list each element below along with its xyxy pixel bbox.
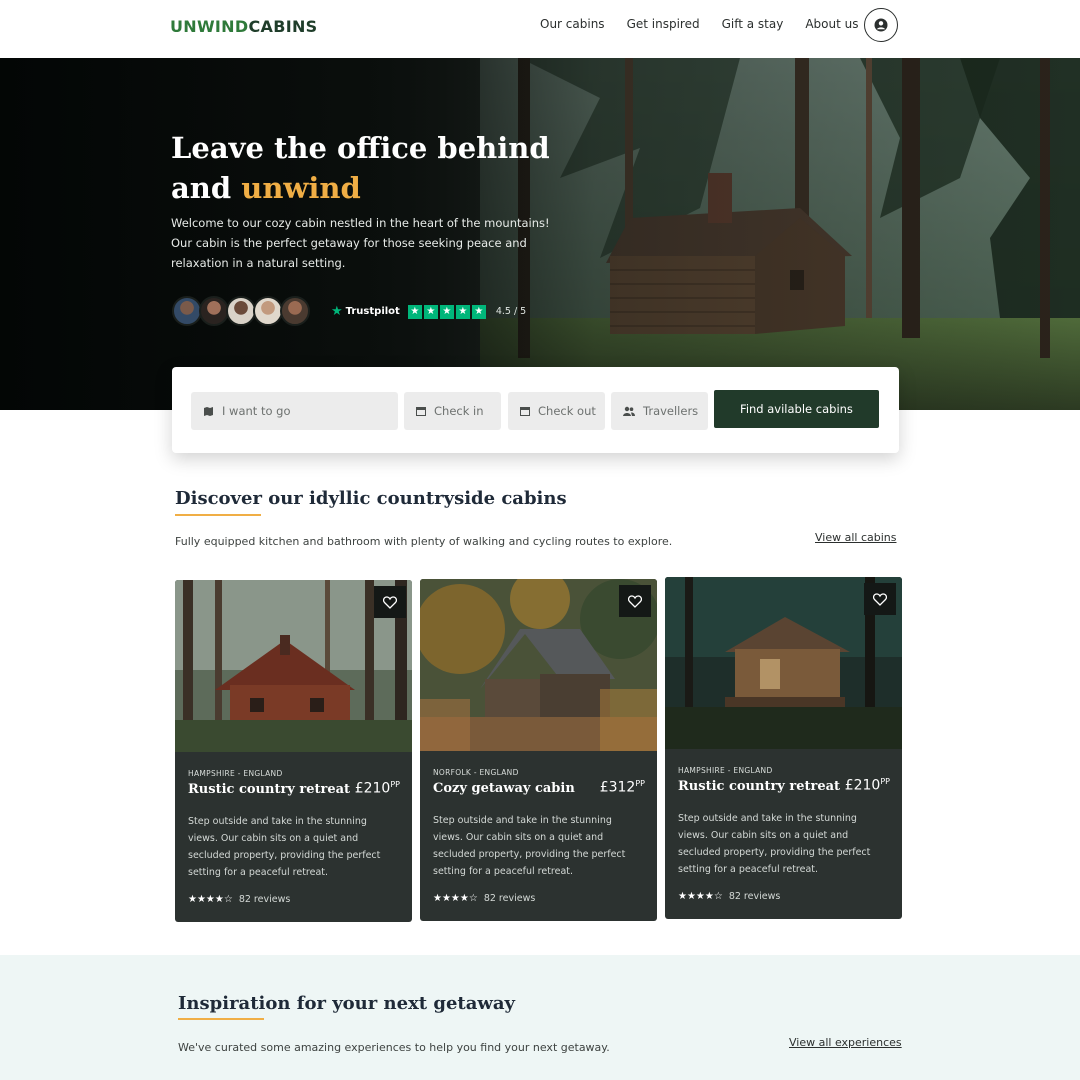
guest-avatars bbox=[172, 296, 310, 326]
card-price: £210PP bbox=[355, 780, 400, 797]
hero-title-line1: Leave the office behind bbox=[171, 131, 550, 165]
hero-title-accent: unwind bbox=[241, 171, 361, 205]
card-price-value: £312 bbox=[599, 779, 636, 796]
nav-about-us[interactable]: About us bbox=[805, 17, 858, 31]
inspiration-section: Inspiration for your next getaway We've … bbox=[0, 955, 1080, 1080]
calendar-icon bbox=[520, 407, 530, 416]
check-in-label: Check in bbox=[434, 404, 484, 418]
hero-title-prefix: and bbox=[171, 171, 242, 205]
heart-icon bbox=[383, 595, 397, 609]
trustpilot-stars: ★ ★ ★ ★ ★ bbox=[407, 304, 486, 319]
calendar-icon bbox=[416, 407, 426, 416]
card-location: NORFOLK - ENGLAND bbox=[433, 768, 519, 777]
avatar bbox=[226, 296, 256, 326]
cabin-card[interactable]: HAMPSHIRE - ENGLAND Rustic country retre… bbox=[665, 577, 902, 919]
favorite-button[interactable] bbox=[619, 585, 651, 617]
card-price-unit: PP bbox=[635, 779, 645, 788]
star-icon: ★ bbox=[455, 304, 470, 319]
star-icon: ★ bbox=[423, 304, 438, 319]
inspiration-title: Inspiration for your next getaway bbox=[178, 993, 516, 1014]
hero-description: Welcome to our cozy cabin nestled in the… bbox=[171, 216, 550, 270]
card-title: Rustic country retreat bbox=[678, 779, 841, 794]
favorite-button[interactable] bbox=[374, 586, 406, 618]
card-description: Step outside and take in the stunning vi… bbox=[188, 816, 381, 878]
inspiration-title-underline bbox=[178, 1018, 264, 1020]
discover-title-underline bbox=[175, 514, 261, 516]
review-count: 82 reviews bbox=[728, 891, 781, 902]
discover-title: Discover our idyllic countryside cabins bbox=[175, 488, 567, 509]
nav-our-cabins[interactable]: Our cabins bbox=[540, 17, 605, 31]
card-price-value: £210 bbox=[844, 777, 881, 794]
user-icon bbox=[874, 18, 888, 32]
avatar bbox=[199, 296, 229, 326]
review-count: 82 reviews bbox=[483, 893, 536, 904]
heart-icon bbox=[628, 594, 642, 608]
check-in-field[interactable]: Check in bbox=[404, 392, 501, 430]
nav-get-inspired[interactable]: Get inspired bbox=[627, 17, 700, 31]
card-price-unit: PP bbox=[880, 777, 890, 786]
avatar bbox=[280, 296, 310, 326]
map-icon bbox=[204, 406, 213, 416]
card-reviews: ★★★★☆ 82 reviews bbox=[188, 894, 290, 905]
find-cabins-button[interactable]: Find avilable cabins bbox=[714, 390, 879, 428]
hero-title-line2: and unwind bbox=[171, 168, 551, 208]
card-price-unit: PP bbox=[390, 780, 400, 789]
cabin-card[interactable]: NORFOLK - ENGLAND Cozy getaway cabin £31… bbox=[420, 579, 657, 921]
view-all-experiences-link[interactable]: View all experiences bbox=[789, 1036, 902, 1049]
hero-title: Leave the office behind and unwind bbox=[171, 128, 551, 208]
card-title: Rustic country retreat bbox=[188, 782, 351, 797]
destination-input[interactable]: I want to go bbox=[191, 392, 398, 430]
travellers-field[interactable]: Travellers bbox=[611, 392, 708, 430]
trustpilot-logo: ★ Trustpilot bbox=[331, 304, 400, 319]
card-reviews: ★★★★☆ 82 reviews bbox=[678, 891, 780, 902]
star-rating: ★★★★☆ bbox=[433, 893, 478, 904]
main-nav: Our cabins Get inspired Gift a stay Abou… bbox=[540, 17, 858, 31]
card-title: Cozy getaway cabin bbox=[433, 781, 575, 796]
trustpilot-star-icon: ★ bbox=[331, 304, 343, 319]
card-price: £210PP bbox=[845, 777, 890, 794]
travellers-label: Travellers bbox=[643, 404, 699, 418]
destination-placeholder: I want to go bbox=[222, 404, 291, 418]
account-button[interactable] bbox=[864, 8, 898, 42]
card-description: Step outside and take in the stunning vi… bbox=[678, 813, 871, 875]
search-bar: I want to go Check in Check out Travelle… bbox=[172, 367, 899, 453]
avatar bbox=[253, 296, 283, 326]
star-icon: ★ bbox=[439, 304, 454, 319]
check-out-label: Check out bbox=[538, 404, 596, 418]
avatar bbox=[172, 296, 202, 326]
star-icon: ★ bbox=[407, 304, 422, 319]
check-out-field[interactable]: Check out bbox=[508, 392, 605, 430]
card-location: HAMPSHIRE - ENGLAND bbox=[678, 766, 773, 775]
favorite-button[interactable] bbox=[864, 583, 896, 615]
users-icon bbox=[623, 406, 635, 416]
site-header: UNWINDCABINS Our cabins Get inspired Gif… bbox=[0, 0, 1080, 58]
discover-subtitle: Fully equipped kitchen and bathroom with… bbox=[175, 535, 673, 548]
card-location: HAMPSHIRE - ENGLAND bbox=[188, 769, 283, 778]
hero-section: Leave the office behind and unwind Welco… bbox=[0, 58, 1080, 410]
nav-gift-a-stay[interactable]: Gift a stay bbox=[722, 17, 784, 31]
inspiration-subtitle: We've curated some amazing experiences t… bbox=[178, 1041, 610, 1054]
card-price-value: £210 bbox=[354, 780, 391, 797]
trustpilot-label: Trustpilot bbox=[345, 306, 400, 317]
card-reviews: ★★★★☆ 82 reviews bbox=[433, 893, 535, 904]
star-icon: ★ bbox=[471, 304, 486, 319]
view-all-cabins-link[interactable]: View all cabins bbox=[815, 531, 896, 544]
card-price: £312PP bbox=[600, 779, 645, 796]
logo-part-unwind: UNWIND bbox=[170, 17, 249, 36]
rating-value: 4.5 / 5 bbox=[495, 306, 527, 317]
heart-icon bbox=[873, 592, 887, 606]
logo-part-cabins: CABINS bbox=[248, 17, 318, 36]
card-description: Step outside and take in the stunning vi… bbox=[433, 815, 626, 877]
trustpilot-rating: ★ Trustpilot ★ ★ ★ ★ ★ 4.5 / 5 bbox=[331, 304, 526, 319]
star-rating: ★★★★☆ bbox=[188, 894, 233, 905]
cabin-card[interactable]: HAMPSHIRE - ENGLAND Rustic country retre… bbox=[175, 580, 412, 922]
review-count: 82 reviews bbox=[238, 894, 291, 905]
star-rating: ★★★★☆ bbox=[678, 891, 723, 902]
logo[interactable]: UNWINDCABINS bbox=[170, 17, 317, 36]
